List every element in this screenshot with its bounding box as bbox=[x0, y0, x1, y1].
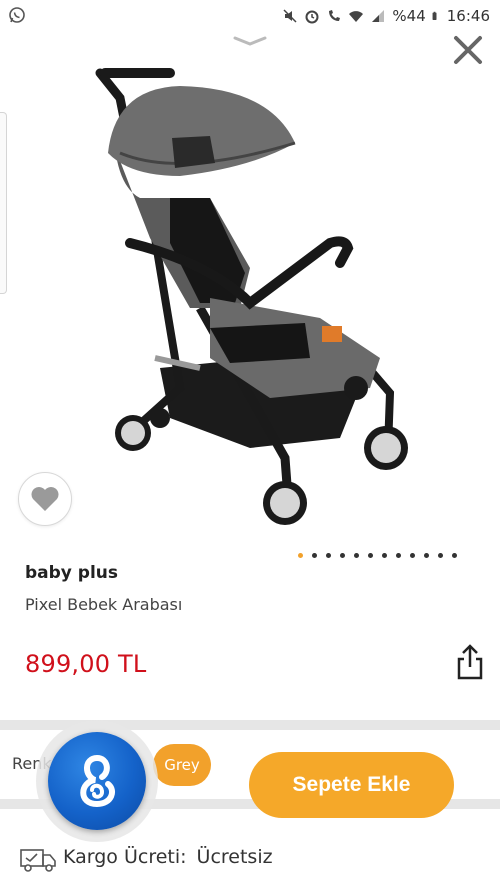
heart-icon bbox=[31, 487, 59, 511]
product-name: Pixel Bebek Arabası bbox=[25, 595, 183, 614]
favorite-button[interactable] bbox=[18, 472, 72, 526]
pager-dot[interactable] bbox=[340, 553, 345, 558]
shipping-value: Ücretsiz bbox=[196, 846, 273, 868]
close-icon[interactable] bbox=[448, 30, 488, 70]
battery-icon bbox=[432, 11, 437, 20]
shipping-info: Kargo Ücreti: Ücretsiz bbox=[63, 846, 283, 868]
whatsapp-icon bbox=[9, 7, 25, 23]
assistant-icon bbox=[80, 755, 115, 808]
assistant-button[interactable] bbox=[48, 732, 146, 830]
pager-dot[interactable] bbox=[438, 553, 443, 558]
pager-dot[interactable] bbox=[424, 553, 429, 558]
wifi-icon bbox=[349, 11, 364, 22]
shipping-label: Kargo Ücreti: bbox=[63, 846, 187, 868]
color-option-grey[interactable]: Grey bbox=[153, 744, 211, 786]
mute-icon bbox=[283, 9, 297, 23]
share-icon[interactable] bbox=[454, 643, 486, 681]
battery-level: %44 bbox=[392, 7, 426, 25]
add-to-cart-button[interactable]: Sepete Ekle bbox=[249, 752, 454, 818]
pager-dot[interactable] bbox=[326, 553, 331, 558]
status-icons: %44 16:46 bbox=[282, 7, 490, 25]
product-price: 899,00 TL bbox=[25, 650, 147, 678]
pager-dot[interactable] bbox=[396, 553, 401, 558]
alarm-icon bbox=[305, 10, 319, 24]
pager-dot[interactable] bbox=[410, 553, 415, 558]
shipping-truck-icon bbox=[20, 849, 56, 872]
status-bar: %44 16:46 bbox=[0, 0, 500, 34]
drawer-handle[interactable] bbox=[0, 112, 7, 294]
pager-dot[interactable] bbox=[452, 553, 457, 558]
wifi-call-icon bbox=[329, 10, 341, 21]
signal-icon bbox=[372, 10, 385, 22]
pager-dot[interactable] bbox=[368, 553, 373, 558]
product-image[interactable] bbox=[60, 58, 440, 538]
image-pager[interactable] bbox=[298, 553, 457, 558]
pager-dot[interactable] bbox=[298, 553, 303, 558]
product-brand: baby plus bbox=[25, 563, 119, 583]
pager-dot[interactable] bbox=[382, 553, 387, 558]
pager-dot[interactable] bbox=[354, 553, 359, 558]
pager-dot[interactable] bbox=[312, 553, 317, 558]
chevron-down-icon[interactable] bbox=[232, 34, 268, 48]
clock: 16:46 bbox=[446, 7, 490, 25]
